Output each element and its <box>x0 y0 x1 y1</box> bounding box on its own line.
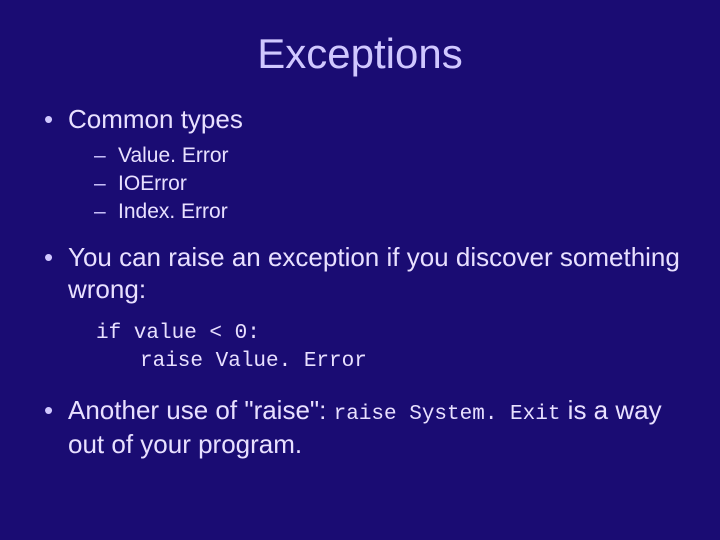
code-line-1: if value < 0: <box>96 320 680 348</box>
sub-bullet-indexerror: Index. Error <box>90 198 680 226</box>
bullet-list: Common types Value. Error IOError Index.… <box>40 103 680 461</box>
code-line-2: raise Value. Error <box>96 348 680 376</box>
bullet-raise-exception: You can raise an exception if you discov… <box>40 241 680 377</box>
bullet-text: You can raise an exception if you discov… <box>68 242 680 305</box>
bullet-text: Common types <box>68 104 243 134</box>
code-block: if value < 0: raise Value. Error <box>96 320 680 377</box>
slide-title: Exceptions <box>40 30 680 78</box>
sub-bullet-list: Value. Error IOError Index. Error <box>68 142 680 227</box>
slide: Exceptions Common types Value. Error IOE… <box>0 0 720 540</box>
inline-code: raise System. Exit <box>334 403 561 426</box>
text-pre: Another use of "raise": <box>68 395 334 425</box>
sub-bullet-ioerror: IOError <box>90 170 680 198</box>
sub-bullet-valueerror: Value. Error <box>90 142 680 170</box>
bullet-another-use: Another use of "raise": raise System. Ex… <box>40 394 680 461</box>
bullet-text: Another use of "raise": raise System. Ex… <box>68 395 662 459</box>
bullet-common-types: Common types Value. Error IOError Index.… <box>40 103 680 227</box>
